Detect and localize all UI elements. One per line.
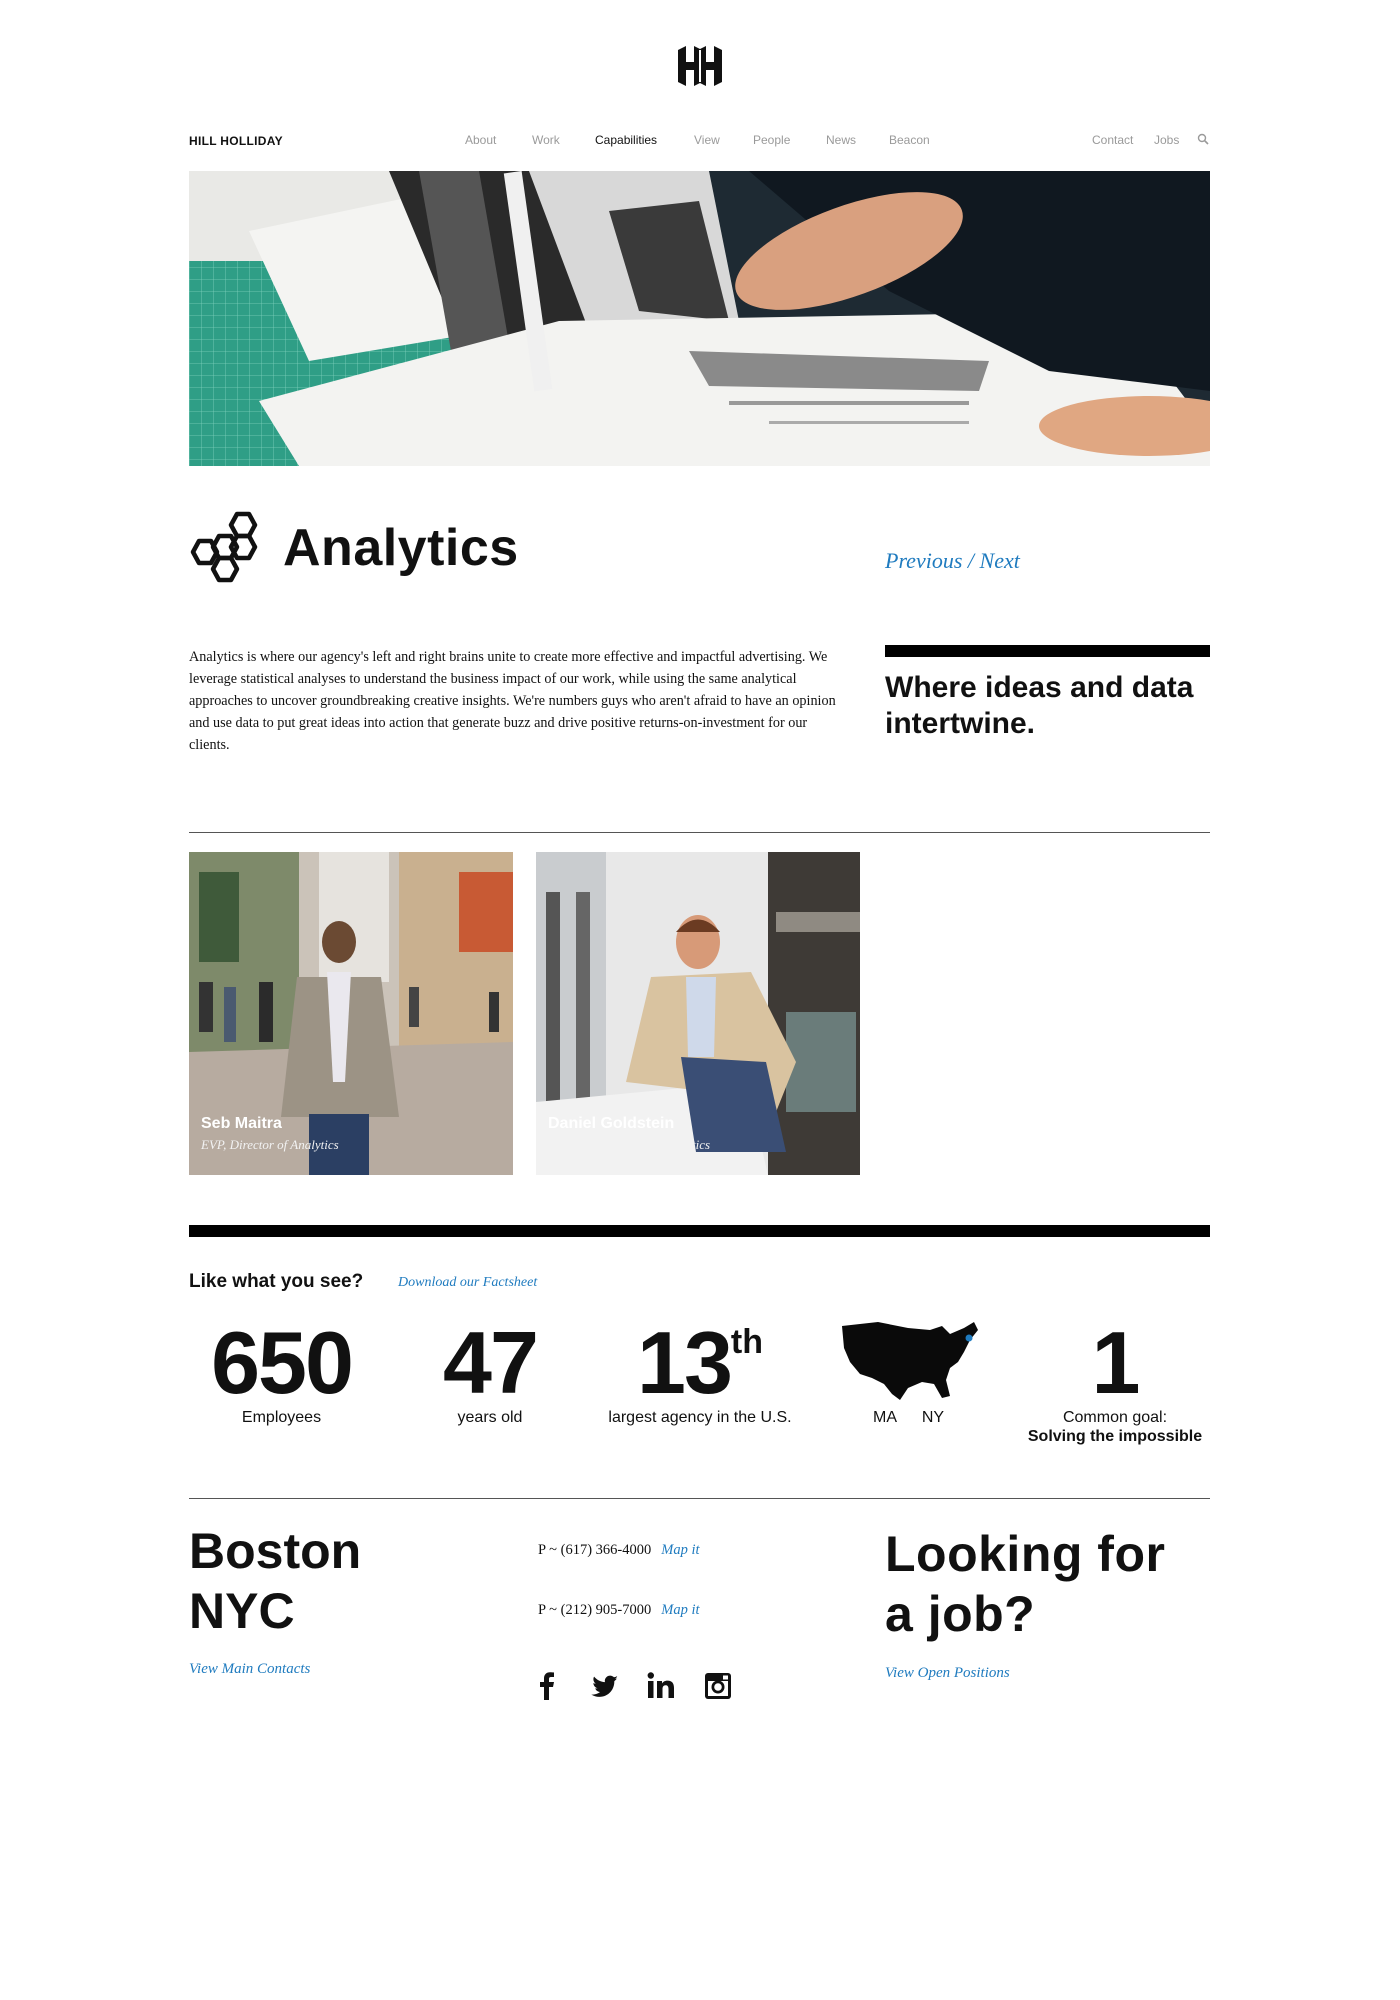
stat-goal-label-bold: Solving the impossible	[1027, 1428, 1203, 1445]
search-icon[interactable]	[1197, 133, 1209, 145]
phone-boston: P ~ (617) 366-4000 Map it	[538, 1542, 700, 1559]
person-role: EVP, Director of Analytics	[201, 1137, 339, 1152]
hh-logo-icon[interactable]	[674, 44, 726, 88]
nav-news[interactable]: News	[826, 133, 856, 147]
stat-employees-label: Employees	[241, 1409, 322, 1426]
phone-nyc: P ~ (212) 905-7000 Map it	[538, 1602, 700, 1619]
hero-image	[189, 171, 1210, 466]
twitter-icon[interactable]	[590, 1670, 620, 1702]
pager: Previous / Next	[885, 548, 1020, 574]
stat-rank-value: 13	[637, 1313, 733, 1412]
view-main-contacts-link[interactable]: View Main Contacts	[189, 1661, 310, 1678]
person-name: Daniel Goldstein	[548, 1115, 675, 1132]
us-map-icon	[842, 1322, 978, 1400]
stats-heading: Like what you see?	[189, 1271, 364, 1292]
nav-work[interactable]: Work	[532, 133, 560, 147]
person-name: Seb Maitra	[201, 1115, 282, 1132]
nav-contact[interactable]: Contact	[1092, 133, 1133, 147]
map-it-link[interactable]: Map it	[661, 1542, 699, 1558]
map-it-link[interactable]: Map it	[661, 1602, 699, 1618]
facebook-icon[interactable]	[532, 1670, 562, 1702]
stat-employees-value: 650	[211, 1313, 354, 1412]
nav-people[interactable]: People	[753, 133, 790, 147]
view-open-positions-link[interactable]: View Open Positions	[885, 1665, 1010, 1682]
nav-capabilities[interactable]: Capabilities	[595, 133, 657, 147]
stat-years-value: 47	[443, 1313, 539, 1412]
nav-beacon[interactable]: Beacon	[889, 133, 930, 147]
stat-goal-label: Common goal:	[1062, 1409, 1168, 1426]
stat-map-label-ny: NY	[921, 1409, 945, 1426]
phone-number[interactable]: P ~ (617) 366-4000	[538, 1542, 651, 1558]
brand-name[interactable]: HILL HOLLIDAY	[189, 134, 283, 148]
jobs-heading-line-2: a job?	[885, 1586, 1036, 1642]
jobs-heading: Looking for a job?	[885, 1524, 1165, 1644]
stat-years-label: years old	[457, 1409, 523, 1426]
quote-divider	[885, 645, 1210, 657]
page-title: Analytics	[283, 519, 519, 577]
nav-about[interactable]: About	[465, 133, 496, 147]
jobs-heading-line-1: Looking for	[885, 1526, 1166, 1582]
factsheet-link[interactable]: Download our Factsheet	[398, 1275, 537, 1291]
pager-separator: /	[962, 548, 980, 573]
previous-link[interactable]: Previous	[885, 548, 962, 573]
person-card-daniel-goldstein[interactable]: Daniel Goldstein Associate Director of A…	[536, 852, 860, 1175]
hexagon-cluster-icon	[190, 511, 258, 583]
city-nyc: NYC	[189, 1583, 295, 1639]
city-boston: Boston	[189, 1523, 362, 1579]
stat-rank-suffix: th	[730, 1323, 763, 1361]
linkedin-icon[interactable]	[646, 1670, 676, 1702]
stat-rank-label: largest agency in the U.S.	[608, 1409, 792, 1426]
stat-rank: 13th	[590, 1312, 810, 1414]
person-role: Associate Director of Analytics	[548, 1137, 711, 1152]
next-link[interactable]: Next	[980, 548, 1020, 573]
pull-quote: Where ideas and data intertwine.	[885, 671, 1194, 740]
section-divider	[189, 832, 1210, 833]
stats-divider	[189, 1225, 1210, 1237]
phone-number[interactable]: P ~ (212) 905-7000	[538, 1602, 651, 1618]
nav-jobs[interactable]: Jobs	[1154, 133, 1179, 147]
intro-paragraph: Analytics is where our agency's left and…	[189, 649, 836, 753]
person-card-seb-maitra[interactable]: Seb Maitra EVP, Director of Analytics	[189, 852, 513, 1175]
footer-divider	[189, 1498, 1210, 1499]
stat-goal-value: 1	[1091, 1313, 1141, 1412]
stat-map-label-ma: MA	[873, 1409, 897, 1426]
instagram-icon[interactable]	[703, 1670, 733, 1702]
nav-view[interactable]: View	[694, 133, 720, 147]
